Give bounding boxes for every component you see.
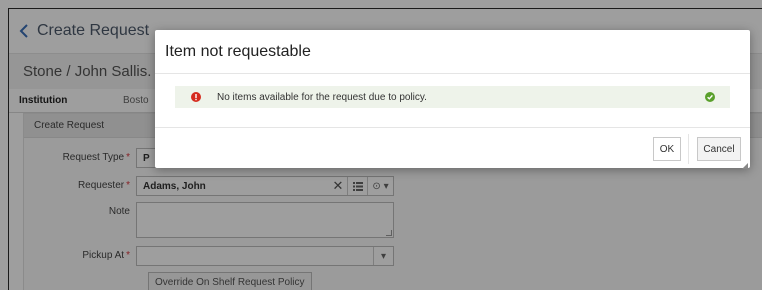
cancel-button[interactable]: Cancel [697, 137, 741, 161]
dialog-title: Item not requestable [155, 30, 750, 74]
item-not-requestable-dialog: Item not requestable No items available … [155, 30, 750, 169]
ok-button[interactable]: OK [653, 137, 681, 161]
policy-alert: No items available for the request due t… [175, 86, 730, 108]
check-circle-icon [690, 92, 730, 102]
alert-message: No items available for the request due t… [217, 91, 427, 103]
dialog-divider [155, 127, 750, 128]
resize-handle-icon[interactable] [742, 160, 748, 169]
button-separator [688, 134, 689, 164]
error-icon [181, 92, 211, 102]
